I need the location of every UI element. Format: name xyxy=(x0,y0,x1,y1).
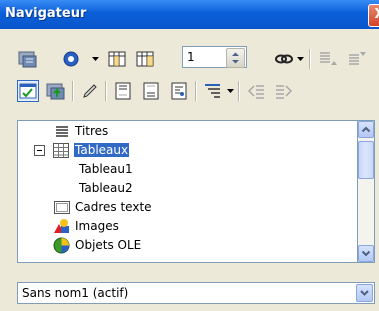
window-title: Navigateur xyxy=(5,6,87,21)
content-view-icon[interactable] xyxy=(17,80,39,102)
scroll-up-button[interactable] xyxy=(358,121,374,138)
edit-icon[interactable] xyxy=(79,80,101,102)
toolbar-separator xyxy=(309,49,311,69)
spin-arrows-icon xyxy=(232,52,239,64)
footer-icon[interactable] xyxy=(140,80,162,102)
toolbar-separator xyxy=(238,81,240,101)
tree-item-cadres-texte[interactable]: Cadres texte xyxy=(18,199,338,217)
scroll-down-button[interactable] xyxy=(358,245,374,262)
tree-item-images[interactable]: Images xyxy=(18,218,338,236)
scroll-thumb[interactable] xyxy=(358,141,374,179)
tree-item-tableau1[interactable]: Tableau1 xyxy=(18,161,338,179)
promote-level-icon[interactable] xyxy=(45,80,67,102)
spin-buttons[interactable] xyxy=(226,48,245,68)
navigation-dropdown-icon[interactable] xyxy=(92,57,99,62)
chevron-up-icon xyxy=(361,126,371,133)
tree-item-tableau2[interactable]: Tableau2 xyxy=(18,180,338,198)
heading-levels-dropdown-icon[interactable] xyxy=(227,89,234,94)
ole-objects-icon xyxy=(53,237,70,254)
promote-chapter-icon[interactable] xyxy=(316,48,338,70)
header-icon[interactable] xyxy=(112,80,134,102)
tree-item-label: Cadres texte xyxy=(75,200,152,214)
demote-chapter-icon[interactable] xyxy=(345,48,367,70)
document-select-dropdown-button[interactable] xyxy=(356,284,373,302)
tree-scrollbar[interactable] xyxy=(358,120,375,263)
navigation-icon[interactable] xyxy=(60,48,82,70)
outline-promote-icon[interactable] xyxy=(245,80,267,102)
toggle-icon[interactable] xyxy=(17,48,39,70)
anchor-icon[interactable] xyxy=(168,80,190,102)
tree-item-tableaux[interactable]: Tableaux xyxy=(18,142,338,160)
toolbar-separator xyxy=(195,81,197,101)
tree-item-label: Titres xyxy=(75,124,109,138)
tree-item-label: Tableaux xyxy=(74,143,130,157)
next-icon[interactable] xyxy=(134,48,156,70)
chevron-down-icon xyxy=(360,290,369,296)
images-icon xyxy=(54,219,69,233)
text-frame-icon xyxy=(54,201,70,214)
toolbar-separator xyxy=(72,81,74,101)
close-icon: X xyxy=(374,7,379,22)
tree-item-objets-ole[interactable]: Objets OLE xyxy=(18,237,338,255)
tree-item-label: Images xyxy=(75,219,119,233)
tree-item-label: Tableau2 xyxy=(79,181,133,195)
chevron-down-icon xyxy=(361,250,371,257)
heading-levels-icon[interactable] xyxy=(202,80,224,102)
title-bar: Navigateur X xyxy=(0,0,379,29)
tree-item-titres[interactable]: Titres xyxy=(18,123,338,141)
page-number-value: 1 xyxy=(187,50,195,64)
page-number-stepper[interactable]: 1 xyxy=(182,46,247,68)
headings-icon xyxy=(56,126,68,137)
reminder-dropdown-icon[interactable] xyxy=(297,57,304,62)
tree-item-label: Objets OLE xyxy=(75,238,142,252)
document-select-value: Sans nom1 (actif) xyxy=(22,286,129,300)
collapse-icon[interactable] xyxy=(34,145,45,156)
toolbar-separator xyxy=(105,81,107,101)
tree-item-label: Tableau1 xyxy=(79,162,133,176)
previous-icon[interactable] xyxy=(106,48,128,70)
outline-demote-icon[interactable] xyxy=(273,80,295,102)
content-tree[interactable]: Titres Tableaux Tableau1 Tableau2 Cadres… xyxy=(17,120,358,263)
close-button[interactable]: X xyxy=(368,4,379,27)
document-select[interactable]: Sans nom1 (actif) xyxy=(17,282,375,304)
reminder-icon[interactable] xyxy=(273,48,295,70)
table-icon xyxy=(53,143,69,158)
